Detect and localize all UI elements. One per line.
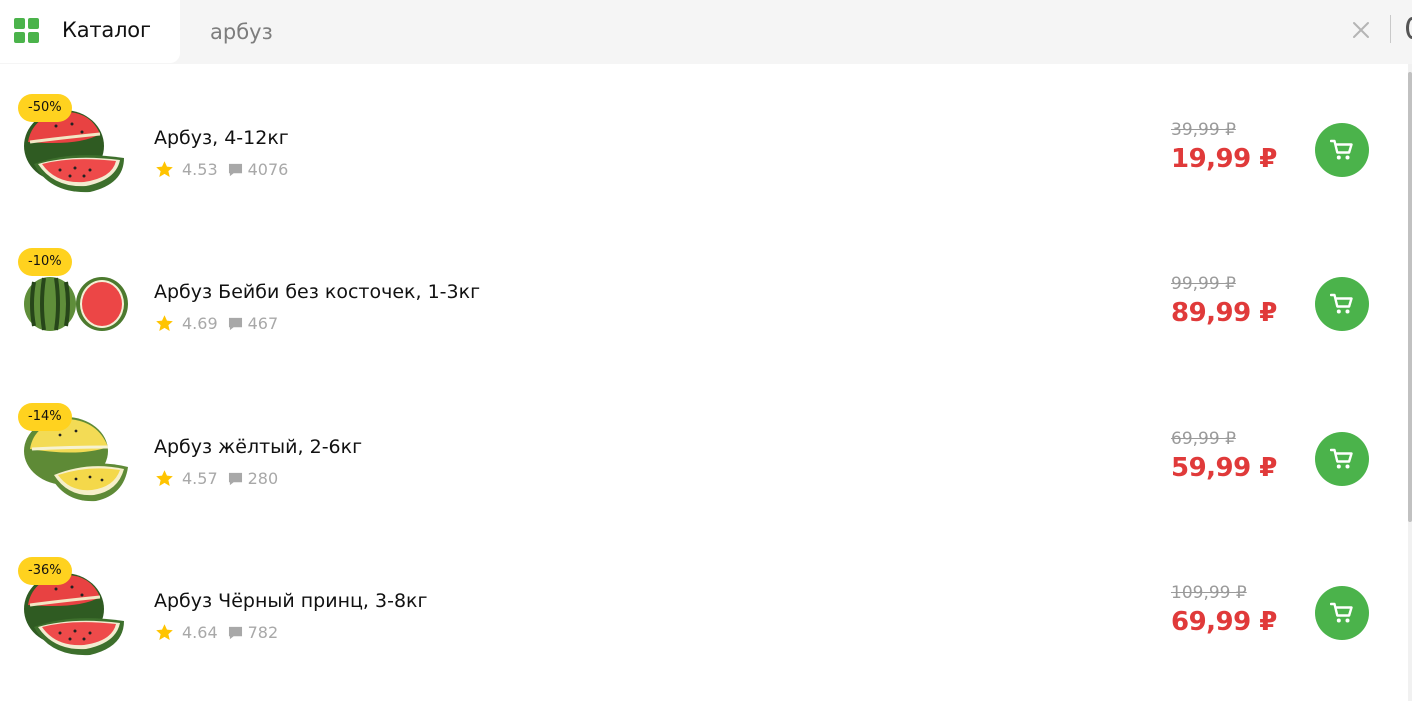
cart-icon bbox=[1330, 602, 1353, 623]
comment-icon bbox=[228, 163, 242, 177]
header-bar: Каталог bbox=[0, 0, 1412, 64]
cart-icon bbox=[1330, 139, 1353, 160]
catalog-button[interactable]: Каталог bbox=[0, 0, 180, 63]
scrollbar-thumb[interactable] bbox=[1408, 72, 1412, 522]
reviews-count: 280 bbox=[247, 468, 279, 488]
rating-value: 4.69 bbox=[182, 313, 218, 333]
header-divider bbox=[1390, 15, 1391, 43]
star-icon bbox=[156, 160, 173, 177]
product-row[interactable]: -14% Арбуз жёлтый, 2-6кг 4.57 280 69,99 … bbox=[0, 373, 1400, 527]
product-name[interactable]: Арбуз Бейби без косточек, 1-3кг bbox=[154, 281, 480, 303]
product-meta: 4.57 280 bbox=[155, 468, 278, 488]
discount-badge: -50% bbox=[18, 94, 72, 122]
current-price: 69,99 ₽ bbox=[1171, 607, 1277, 637]
product-name[interactable]: Арбуз, 4-12кг bbox=[154, 127, 289, 149]
search-icon[interactable] bbox=[1406, 17, 1412, 39]
search-input[interactable] bbox=[196, 12, 1326, 52]
clear-icon[interactable] bbox=[1348, 17, 1374, 43]
old-price: 39,99 ₽ bbox=[1171, 120, 1236, 140]
reviews-count: 467 bbox=[247, 313, 279, 333]
reviews-count: 782 bbox=[247, 622, 279, 642]
product-meta: 4.64 782 bbox=[155, 622, 278, 642]
comment-icon bbox=[228, 472, 242, 486]
rating-value: 4.57 bbox=[182, 468, 218, 488]
cart-icon bbox=[1330, 293, 1353, 314]
old-price: 109,99 ₽ bbox=[1171, 583, 1247, 603]
old-price: 99,99 ₽ bbox=[1171, 274, 1236, 294]
comment-icon bbox=[228, 626, 242, 640]
add-to-cart-button[interactable] bbox=[1315, 432, 1369, 486]
rating-value: 4.64 bbox=[182, 622, 218, 642]
catalog-grid-icon bbox=[14, 18, 40, 44]
discount-badge: -36% bbox=[18, 557, 72, 585]
old-price: 69,99 ₽ bbox=[1171, 429, 1236, 449]
current-price: 19,99 ₽ bbox=[1171, 144, 1277, 174]
rating-value: 4.53 bbox=[182, 159, 218, 179]
star-icon bbox=[156, 469, 173, 486]
add-to-cart-button[interactable] bbox=[1315, 277, 1369, 331]
star-icon bbox=[156, 314, 173, 331]
catalog-label: Каталог bbox=[62, 18, 151, 42]
product-row[interactable]: -10% Арбуз Бейби без косточек, 1-3кг 4.6… bbox=[0, 218, 1400, 372]
product-meta: 4.69 467 bbox=[155, 313, 278, 333]
comment-icon bbox=[228, 317, 242, 331]
current-price: 89,99 ₽ bbox=[1171, 298, 1277, 328]
discount-badge: -14% bbox=[18, 403, 72, 431]
current-price: 59,99 ₽ bbox=[1171, 453, 1277, 483]
discount-badge: -10% bbox=[18, 248, 72, 276]
product-row[interactable]: -36% Арбуз Чёрный принц, 3-8кг 4.64 782 … bbox=[0, 527, 1400, 681]
reviews-count: 4076 bbox=[247, 159, 289, 179]
product-name[interactable]: Арбуз Чёрный принц, 3-8кг bbox=[154, 590, 428, 612]
product-row[interactable]: -50% Арбуз, 4-12кг 4.53 4076 39,99 ₽ 19,… bbox=[0, 64, 1400, 218]
cart-icon bbox=[1330, 448, 1353, 469]
add-to-cart-button[interactable] bbox=[1315, 586, 1369, 640]
product-meta: 4.53 4076 bbox=[155, 159, 288, 179]
add-to-cart-button[interactable] bbox=[1315, 123, 1369, 177]
product-name[interactable]: Арбуз жёлтый, 2-6кг bbox=[154, 436, 362, 458]
star-icon bbox=[156, 623, 173, 640]
